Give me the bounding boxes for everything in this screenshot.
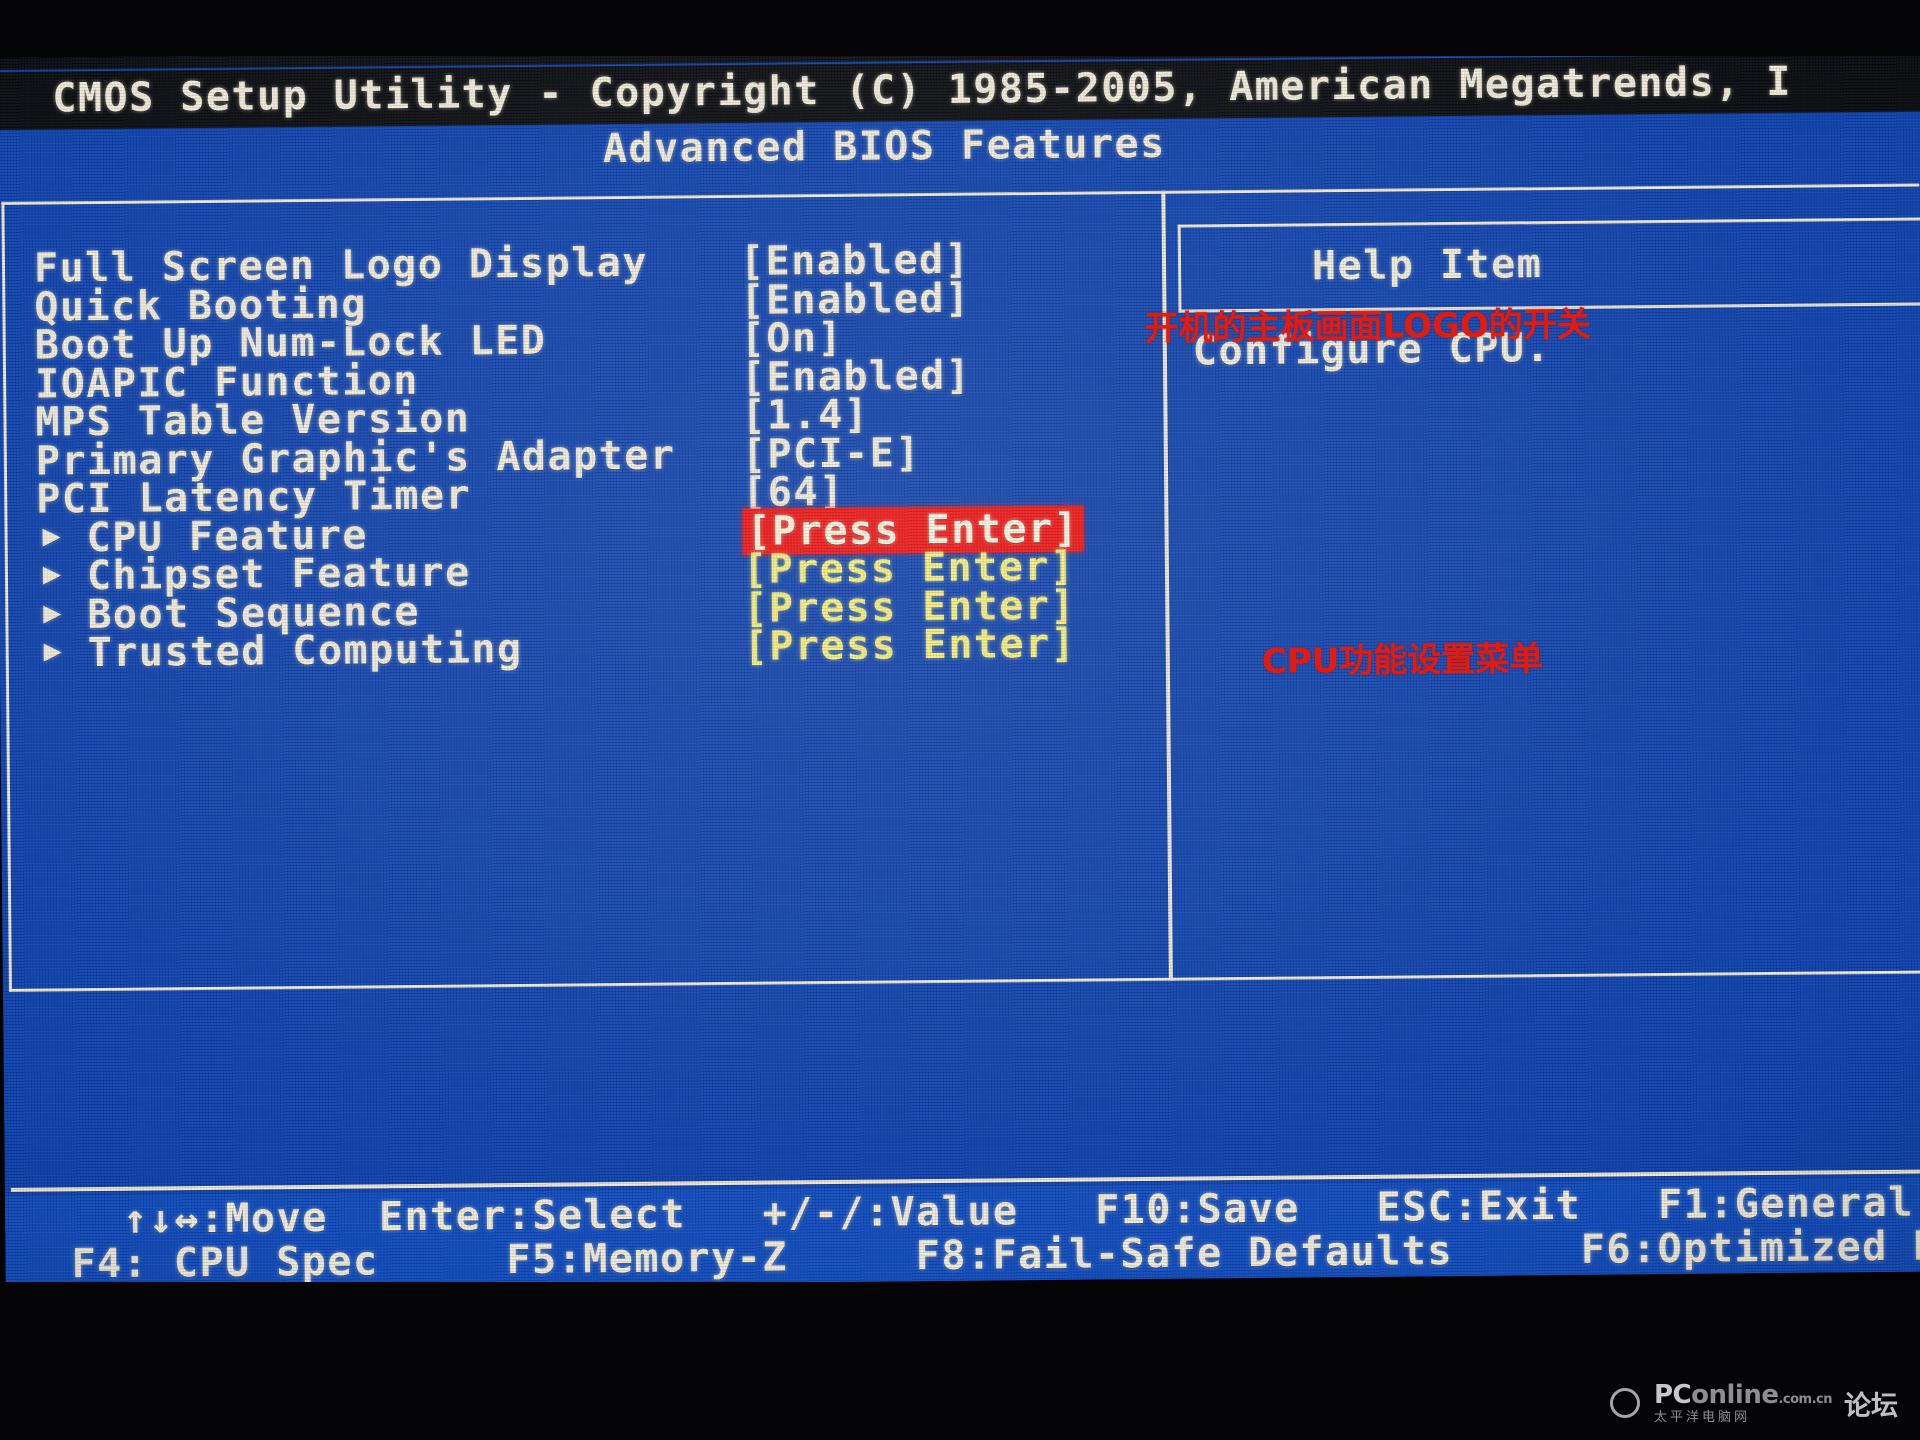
page-title: Advanced BIOS Features (602, 120, 1166, 173)
title-text: CMOS Setup Utility - Copyright (C) 1985-… (52, 58, 1793, 122)
bios-screen: CMOS Setup Utility - Copyright (C) 1985-… (0, 39, 1920, 1290)
submenu-arrow-icon: ▶ (43, 633, 64, 669)
annotation-cpu-note: CPU功能设置菜单 (1261, 639, 1544, 682)
watermark-brand-suffix: .com.cn (1778, 1392, 1832, 1407)
watermark-subtitle: 太平洋电脑网 (1653, 1410, 1750, 1425)
help-item-title: Help Item (1311, 241, 1543, 290)
watermark-brand: PConline.com.cn (1653, 1380, 1833, 1410)
annotation-logo-note: 开机的主板画面LOGO的开关 (1144, 304, 1591, 349)
crt-screen: CMOS Setup Utility - Copyright (C) 1985-… (0, 39, 1920, 1290)
settings-row-label: Trusted Computing (87, 625, 523, 677)
pconline-watermark: PConline.com.cn 太平洋电脑网 论坛 (1609, 1380, 1898, 1425)
watermark-forum-label: 论坛 (1844, 1390, 1898, 1422)
settings-row-value[interactable]: [Press Enter] (743, 621, 1076, 670)
bios-photo: CMOS Setup Utility - Copyright (C) 1985-… (0, 0, 1920, 1440)
submenu-arrow-icon: ▶ (42, 556, 63, 592)
watermark-brand-online: online (1691, 1380, 1779, 1410)
function-key-bar: ↑↓↔:Move Enter:Select +/-/:Value F10:Sav… (4, 1177, 1920, 1290)
submenu-arrow-icon: ▶ (42, 517, 63, 554)
settings-list: Full Screen Logo Display [Enabled] Quick B… (0, 235, 1160, 676)
watermark-brand-pc: PC (1653, 1380, 1692, 1410)
watermark-circle-icon (1609, 1388, 1640, 1418)
monitor-bezel-top (0, 0, 1920, 56)
submenu-arrow-icon: ▶ (43, 594, 64, 631)
watermark-logo: PConline.com.cn 太平洋电脑网 (1653, 1380, 1833, 1425)
